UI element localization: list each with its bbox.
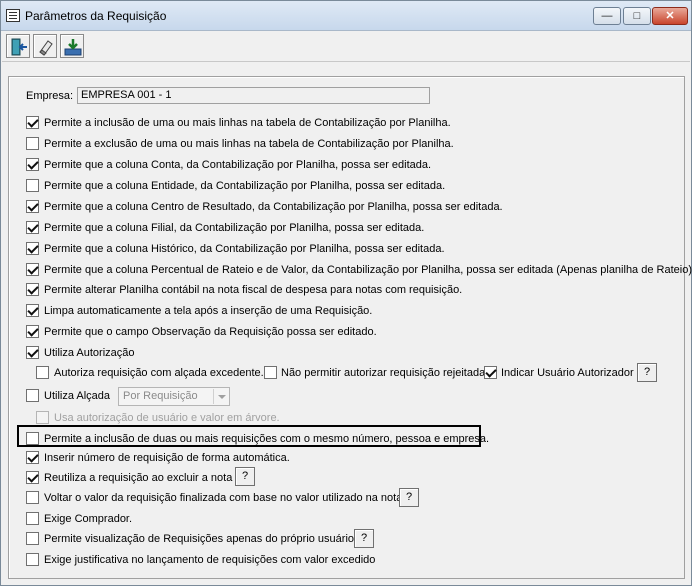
option-checkbox[interactable] — [26, 346, 39, 359]
option2-label: Permite a inclusão de duas ou mais requi… — [44, 433, 490, 445]
option2-label: Exige Comprador. — [44, 513, 133, 525]
option2-checkbox[interactable] — [26, 553, 39, 566]
help-visualizacao-button[interactable]: ? — [354, 529, 374, 548]
option-checkbox[interactable] — [26, 179, 39, 192]
exit-button[interactable] — [6, 34, 30, 58]
option-label: Permite a inclusão de uma ou mais linhas… — [44, 117, 451, 129]
option-label: Permite que o campo Observação da Requis… — [44, 326, 377, 338]
checkbox-alcada-excedente[interactable] — [36, 366, 49, 379]
app-form-icon — [6, 9, 20, 22]
maximize-button[interactable]: □ — [623, 7, 651, 25]
help-voltar-valor-button[interactable]: ? — [399, 488, 419, 507]
option-label: Permite que a coluna Entidade, da Contab… — [44, 180, 446, 192]
checkbox-nao-permitir-rejeitada[interactable] — [264, 366, 277, 379]
option-checkbox[interactable] — [26, 200, 39, 213]
arvore-label: Usa autorização de usuário e valor em ár… — [54, 412, 280, 424]
option-label: Utiliza Autorização — [44, 347, 135, 359]
option-checkbox[interactable] — [26, 221, 39, 234]
option-label: Permite que a coluna Histórico, da Conta… — [44, 243, 445, 255]
empresa-label: Empresa: — [26, 90, 74, 102]
option2-label: Reutiliza a requisição ao excluir a nota — [44, 472, 233, 484]
toolbar — [2, 32, 690, 62]
checkbox-arvore[interactable] — [36, 411, 49, 424]
option-label: Permite alterar Planilha contábil na not… — [44, 284, 463, 296]
option-label: Permite que a coluna Filial, da Contabil… — [44, 222, 425, 234]
alcada-select[interactable]: Por Requisição — [118, 387, 230, 406]
help-reutiliza-button[interactable]: ? — [235, 467, 255, 486]
option2-label: Exige justificativa no lançamento de req… — [44, 554, 376, 566]
option2-label: Voltar o valor da requisição finalizada … — [44, 492, 403, 504]
alcada-select-value: Por Requisição — [123, 390, 198, 402]
option2-checkbox[interactable] — [26, 432, 39, 445]
option-checkbox[interactable] — [26, 263, 39, 276]
option-label: Permite que a coluna Conta, da Contabili… — [44, 159, 432, 171]
clear-button[interactable] — [33, 34, 57, 58]
option2-checkbox[interactable] — [26, 471, 39, 484]
utiliza-alcada-label: Utiliza Alçada — [44, 390, 111, 402]
nao-permitir-rejeitada-label: Não permitir autorizar requisição rejeit… — [281, 367, 489, 379]
minimize-button[interactable]: — — [593, 7, 621, 25]
window-title: Parâmetros da Requisição — [25, 9, 167, 23]
option-checkbox[interactable] — [26, 116, 39, 129]
download-save-icon — [64, 39, 82, 56]
eraser-icon — [39, 40, 53, 56]
checkbox-indicar-usuario[interactable] — [484, 366, 497, 379]
option2-checkbox[interactable] — [26, 451, 39, 464]
exit-door-icon — [11, 38, 27, 56]
close-button[interactable]: ✕ — [652, 7, 688, 25]
chevron-down-icon — [213, 389, 228, 404]
option-label: Permite que a coluna Percentual de Ratei… — [44, 264, 692, 276]
option2-checkbox[interactable] — [26, 491, 39, 504]
help-indicar-usuario-button[interactable]: ? — [637, 363, 657, 382]
option-checkbox[interactable] — [26, 242, 39, 255]
checkbox-utiliza-alcada[interactable] — [26, 389, 39, 402]
option2-label: Permite visualização de Requisições apen… — [44, 533, 355, 545]
option-checkbox[interactable] — [26, 325, 39, 338]
option-checkbox[interactable] — [26, 283, 39, 296]
option2-checkbox[interactable] — [26, 532, 39, 545]
empresa-field: EMPRESA 001 - 1 — [77, 87, 430, 104]
option2-label: Inserir número de requisição de forma au… — [44, 452, 290, 464]
save-button[interactable] — [60, 34, 84, 58]
option-label: Limpa automaticamente a tela após a inse… — [44, 305, 373, 317]
title-bar[interactable]: Parâmetros da Requisição — □ ✕ — [1, 1, 691, 31]
indicar-usuario-label: Indicar Usuário Autorizador — [501, 367, 634, 379]
option-label: Permite a exclusão de uma ou mais linhas… — [44, 138, 454, 150]
option2-checkbox[interactable] — [26, 512, 39, 525]
option-checkbox[interactable] — [26, 137, 39, 150]
option-label: Permite que a coluna Centro de Resultado… — [44, 201, 503, 213]
alcada-excedente-label: Autoriza requisição com alçada excedente… — [54, 367, 264, 379]
parametros-window: Parâmetros da Requisição — □ ✕ Empresa: … — [0, 0, 692, 586]
option-checkbox[interactable] — [26, 158, 39, 171]
option-checkbox[interactable] — [26, 304, 39, 317]
